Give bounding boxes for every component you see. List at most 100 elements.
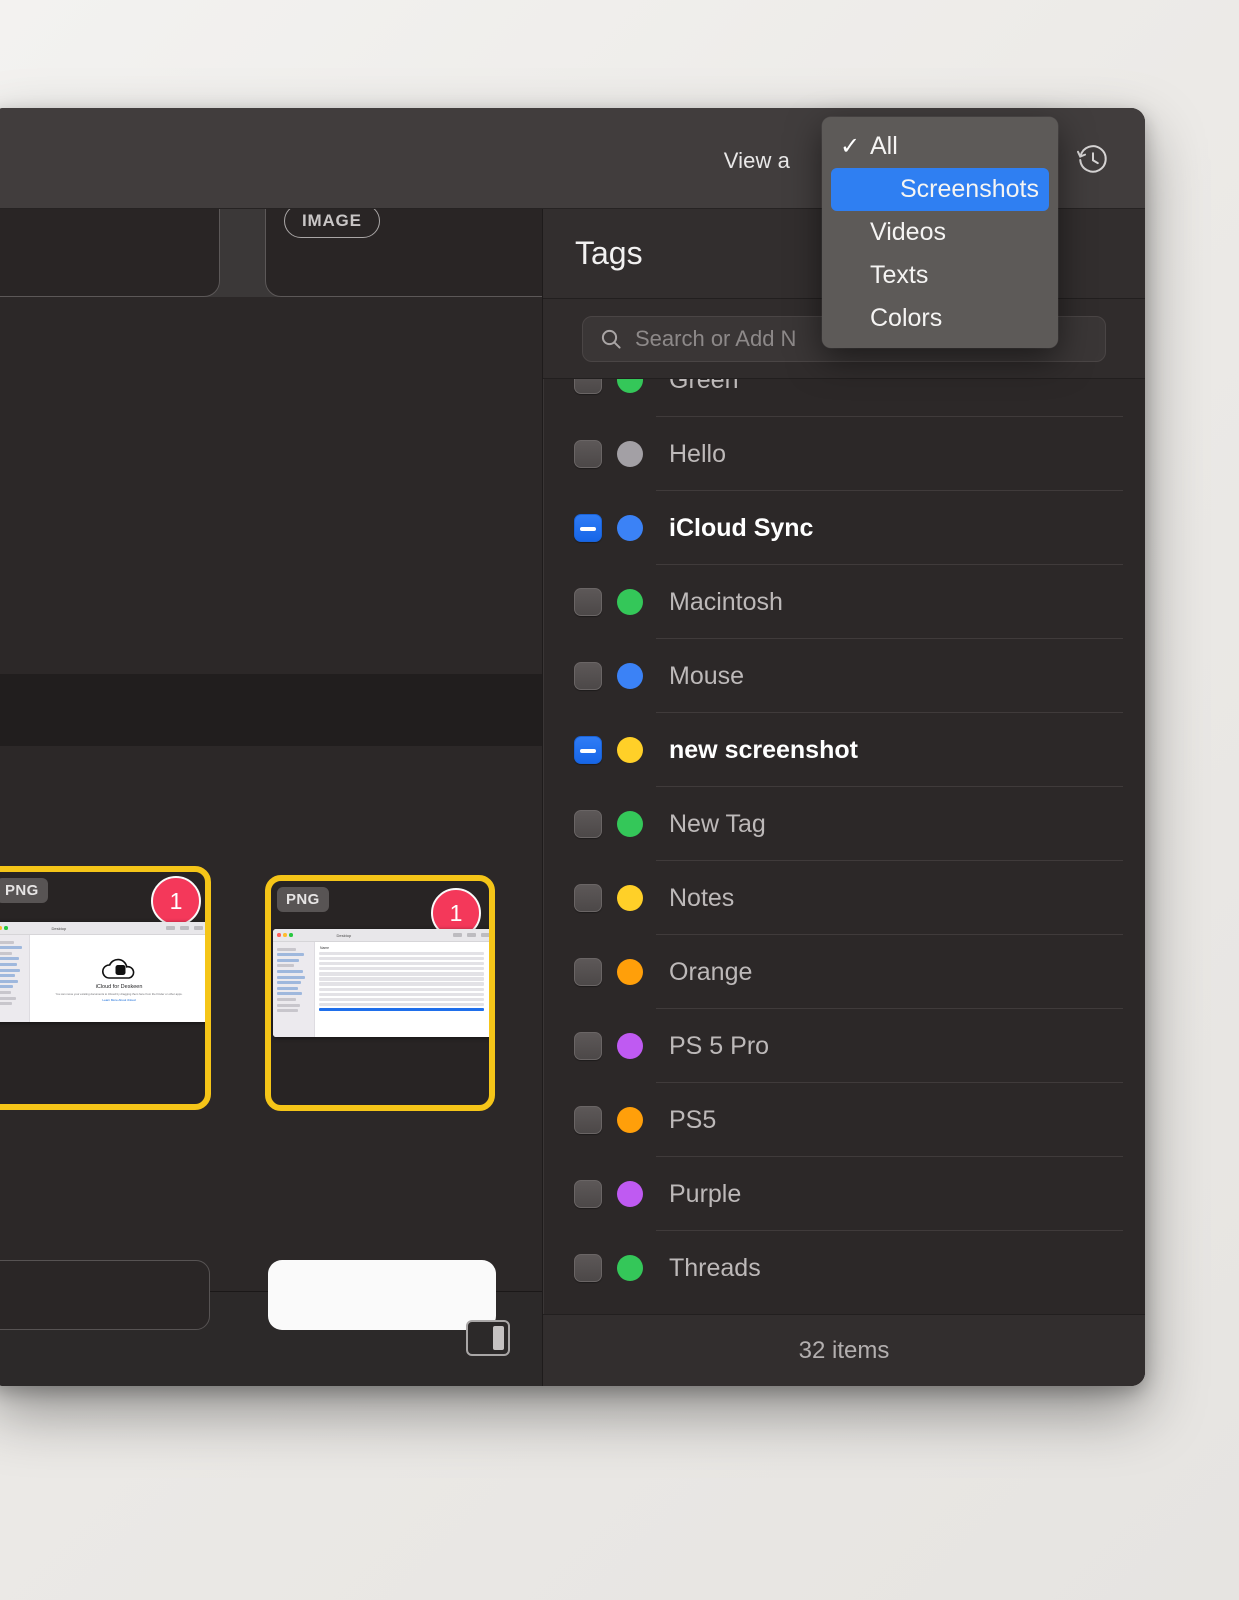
row-divider-band <box>0 674 542 746</box>
checkmark-icon: ✓ <box>840 133 861 160</box>
tag-label: PS5 <box>669 1105 717 1134</box>
tag-row[interactable]: Green <box>544 379 1145 417</box>
bottom-card-row <box>0 1260 542 1386</box>
count-badge: 1 <box>151 876 201 926</box>
page-title: Tags <box>575 235 643 271</box>
tag-color-dot <box>617 737 643 763</box>
grid-card-light[interactable] <box>268 1260 496 1330</box>
tag-checkbox[interactable] <box>574 736 602 764</box>
preview-heading: iCloud for Deskeen <box>95 983 143 990</box>
tag-label: Orange <box>669 957 753 986</box>
preview-subtext: You can move your existing documents to … <box>55 991 183 996</box>
tag-label: Purple <box>669 1179 742 1208</box>
menu-item[interactable]: Videos <box>822 211 1058 254</box>
tag-row[interactable]: Purple <box>544 1157 1145 1231</box>
tags-footer: 32 items <box>543 1314 1145 1386</box>
tag-label: Threads <box>669 1253 761 1282</box>
history-clock-icon <box>1076 145 1107 173</box>
tag-color-dot <box>617 379 643 393</box>
tag-color-dot <box>617 515 643 541</box>
tag-row[interactable]: Macintosh <box>544 565 1145 639</box>
thumbnail-item[interactable]: PNG 1 Desktop <box>0 866 211 1110</box>
tag-color-dot <box>617 589 643 615</box>
tag-row[interactable]: Hello <box>544 417 1145 491</box>
tag-color-dot <box>617 1107 643 1133</box>
item-count-label: 32 items <box>798 1336 890 1364</box>
file-format-badge: PNG <box>0 878 48 903</box>
tag-checkbox[interactable] <box>574 588 602 616</box>
thumbnail-preview: Desktop <box>0 922 205 1022</box>
preview-column-header: Name <box>320 946 330 950</box>
tag-color-dot <box>617 1033 643 1059</box>
menu-item[interactable]: Colors <box>822 297 1058 340</box>
tag-color-dot <box>617 1255 643 1281</box>
image-type-chip: IMAGE <box>284 209 380 238</box>
tag-color-dot <box>617 811 643 837</box>
menu-item-label: Screenshots <box>900 175 1039 203</box>
tags-panel: Tags Search or Add N Green Hello iCloud Sy… <box>543 209 1145 1386</box>
tag-checkbox[interactable] <box>574 514 602 542</box>
tag-row[interactable]: iCloud Sync <box>544 491 1145 565</box>
search-placeholder: Search or Add N <box>635 325 797 351</box>
tag-color-dot <box>617 441 643 467</box>
grid-card[interactable]: IMAGE <box>265 209 542 297</box>
view-as-dropdown-menu[interactable]: ✓ All Screenshots Videos Texts Colors <box>822 117 1058 348</box>
content-grid-pane[interactable]: IMAGE IMAGE PNG 1 <box>0 209 543 1386</box>
tag-label: Macintosh <box>669 587 783 616</box>
thumbnail-item[interactable]: PNG 1 Desktop <box>265 875 495 1111</box>
tag-checkbox[interactable] <box>574 1180 602 1208</box>
tag-row[interactable]: PS5 <box>544 1083 1145 1157</box>
menu-item[interactable]: ✓ All <box>822 125 1058 168</box>
tag-row[interactable]: Threads <box>544 1231 1145 1305</box>
menu-item-label: All <box>870 132 898 160</box>
tag-label: Notes <box>669 883 735 912</box>
tag-row[interactable]: Mouse <box>544 639 1145 713</box>
menu-item[interactable]: Texts <box>822 254 1058 297</box>
tag-checkbox[interactable] <box>574 1106 602 1134</box>
file-format-badge: PNG <box>277 887 329 912</box>
tag-checkbox[interactable] <box>574 440 602 468</box>
history-button[interactable] <box>1074 141 1112 179</box>
tag-row[interactable]: Notes <box>544 861 1145 935</box>
tag-row[interactable]: New Tag <box>544 787 1145 861</box>
tag-checkbox[interactable] <box>574 958 602 986</box>
tag-checkbox[interactable] <box>574 884 602 912</box>
grid-card[interactable] <box>0 1260 210 1330</box>
tag-checkbox[interactable] <box>574 379 602 394</box>
view-as-label: View a <box>723 148 790 173</box>
tag-color-dot <box>617 663 643 689</box>
tag-color-dot <box>617 1181 643 1207</box>
tag-label: iCloud Sync <box>669 513 814 542</box>
tag-label: PS 5 Pro <box>669 1031 770 1060</box>
top-card-row: IMAGE IMAGE <box>0 209 542 297</box>
tag-label: Green <box>669 379 739 394</box>
menu-item-label: Videos <box>870 218 946 246</box>
tag-label: New Tag <box>669 809 766 838</box>
menu-item[interactable]: Screenshots <box>831 168 1049 211</box>
menu-item-label: Texts <box>870 261 929 289</box>
tag-color-dot <box>617 885 643 911</box>
icloud-glyph <box>102 958 135 979</box>
tag-list-scroll: Green Hello iCloud Sync Macintosh Mouse new s… <box>544 379 1145 1305</box>
preview-window-title: Desktop <box>51 925 67 931</box>
tag-label: Hello <box>669 439 726 468</box>
grid-card[interactable]: IMAGE <box>0 209 220 297</box>
preview-window-title: Desktop <box>336 932 352 938</box>
tag-row[interactable]: new screenshot <box>544 713 1145 787</box>
tag-label: Mouse <box>669 661 745 690</box>
thumbnail-preview: Desktop <box>273 929 489 1037</box>
tag-row[interactable]: PS 5 Pro <box>544 1009 1145 1083</box>
tag-checkbox[interactable] <box>574 810 602 838</box>
tag-row[interactable]: Orange <box>544 935 1145 1009</box>
tag-checkbox[interactable] <box>574 662 602 690</box>
menu-item-label: Colors <box>870 304 943 332</box>
tag-checkbox[interactable] <box>574 1254 602 1282</box>
screen-root: View a IMAGE IMAGE <box>0 0 1239 1600</box>
sidebar-toggle-icon[interactable] <box>466 1320 510 1356</box>
tag-color-dot <box>617 959 643 985</box>
tag-checkbox[interactable] <box>574 1032 602 1060</box>
search-icon <box>601 329 621 349</box>
tag-label: new screenshot <box>669 735 858 764</box>
preview-link: Learn More About iCloud <box>102 997 136 1002</box>
tag-list[interactable]: Green Hello iCloud Sync Macintosh Mouse new s… <box>543 379 1145 1314</box>
